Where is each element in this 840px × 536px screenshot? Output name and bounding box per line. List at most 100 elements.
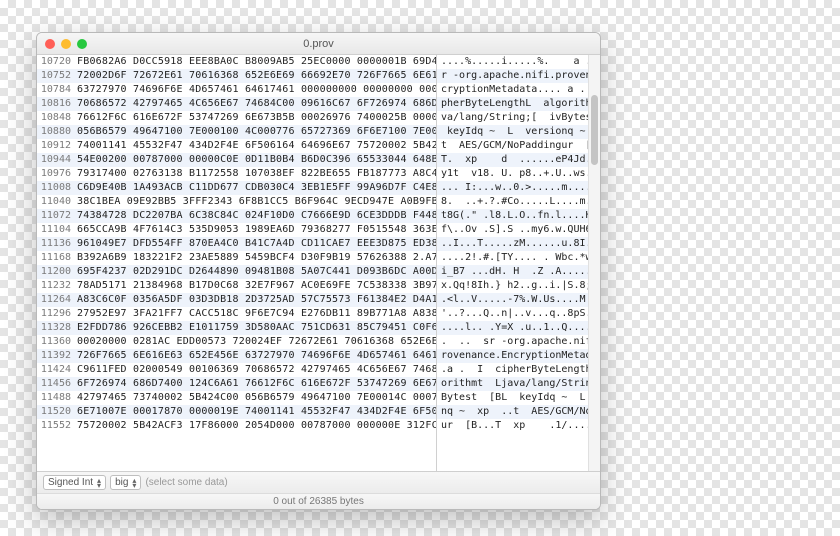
ascii-text[interactable]: r -org.apache.nifi.provenance.En	[437, 69, 600, 83]
hex-bytes[interactable]: 726F7665 6E616E63 652E456E 63727970 7469…	[77, 349, 436, 363]
hex-bytes[interactable]: 6E71007E 00017870 0000019E 74001141 4553…	[77, 405, 436, 419]
ascii-row[interactable]: y1t v18. U. p8..+.U..ws..t.n...	[437, 167, 600, 181]
ascii-text[interactable]: y1t v18. U. p8..+.U..ws..t.n...	[437, 167, 600, 181]
hex-row[interactable]: 1155275720002 5B42ACF3 17F86000 2054D000…	[37, 419, 436, 433]
ascii-text[interactable]: . .. sr -org.apache.nifi.p	[437, 335, 600, 349]
hex-row[interactable]: 1129627952E97 3FA21FF7 CACC518C 9F6E7C94…	[37, 307, 436, 321]
ascii-text[interactable]: rovenance.EncryptionMetadata....	[437, 349, 600, 363]
hex-bytes[interactable]: 75720002 5B42ACF3 17F86000 2054D000 0078…	[77, 419, 436, 433]
ascii-row[interactable]: x.Qq!8Ih.} h2..g..i.|S.8;...X...	[437, 279, 600, 293]
hex-row[interactable]: 10880056B6579 49647100 7E000100 4C000776…	[37, 125, 436, 139]
hex-bytes[interactable]: 72002D6F 72672E61 70616368 652E6E69 6669…	[77, 69, 436, 83]
hex-row[interactable]: 11392726F7665 6E616E63 652E456E 63727970…	[37, 349, 436, 363]
hex-bytes[interactable]: FB0682A6 D0CC5918 EEE8BA0C B8009AB5 25EC…	[77, 55, 436, 69]
ascii-text[interactable]: pherByteLengthL algorithmt Lja	[437, 97, 600, 111]
ascii-text[interactable]: orithmt Ljava/lang/String;[ iv	[437, 377, 600, 391]
hex-row[interactable]: 1123278AD5171 21384968 B17D0C68 32E7F967…	[37, 279, 436, 293]
endian-select[interactable]: big ▴▾	[110, 475, 141, 490]
ascii-row[interactable]: i_B7 ...dH. H .Z .A......k<...	[437, 265, 600, 279]
ascii-row[interactable]: ... I:...w..0.>.....m.....Q.Zl	[437, 181, 600, 195]
hex-bytes[interactable]: 6F726974 686D7400 124C6A61 76612F6C 616E…	[77, 377, 436, 391]
ascii-text[interactable]: ur [B...T xp .1/.......	[437, 419, 600, 433]
hex-row[interactable]: 1104038C1BEA 09E92BB5 3FFF2343 6F8B1CC5 …	[37, 195, 436, 209]
ascii-row[interactable]: t AES/GCM/NoPaddingur [B......	[437, 139, 600, 153]
ascii-text[interactable]: '..?...Q..n|..v...q..8pS.a..S.a.	[437, 307, 600, 321]
ascii-text[interactable]: va/lang/String;[ ivBytest [BL	[437, 111, 600, 125]
hex-row[interactable]: 11168B392A6B9 183221F2 23AE5889 5459BCF4…	[37, 251, 436, 265]
hex-bytes[interactable]: 74384728 DC2207BA 6C38C84C 024F10D0 C766…	[77, 209, 436, 223]
ascii-row[interactable]: ....l.. .Y=X .u..1..Q....A. .	[437, 321, 600, 335]
hex-pane[interactable]: 10720FB0682A6 D0CC5918 EEE8BA0C B8009AB5…	[37, 55, 437, 471]
ascii-row[interactable]: keyIdq ~ L versionq ~ xp w	[437, 125, 600, 139]
hex-row[interactable]: 1097679317400 02763138 B1172558 107038EF…	[37, 167, 436, 181]
ascii-text[interactable]: T. xp d ......eP4Jd..t Ke	[437, 153, 600, 167]
hex-bytes[interactable]: 79317400 02763138 B1172558 107038EF 822B…	[77, 167, 436, 181]
vertical-scrollbar[interactable]	[588, 55, 600, 471]
hex-row[interactable]: 1091274001141 45532F47 434D2F4E 6F506164…	[37, 139, 436, 153]
ascii-text[interactable]: i_B7 ...dH. H .Z .A......k<...	[437, 265, 600, 279]
hex-bytes[interactable]: 74001141 45532F47 434D2F4E 6F506164 6469…	[77, 139, 436, 153]
ascii-row[interactable]: r -org.apache.nifi.provenance.En	[437, 69, 600, 83]
hex-row[interactable]: 11136961049E7 DFD554FF 870EA4C0 B41C7A4D…	[37, 237, 436, 251]
ascii-row[interactable]: ..I...T.....zM......u.8I..r...	[437, 237, 600, 251]
scrollbar-thumb[interactable]	[591, 95, 598, 165]
hex-row[interactable]: 1094454E00200 00787000 00000C0E 0D11B0B4…	[37, 153, 436, 167]
hex-bytes[interactable]: 70686572 42797465 4C656E67 74684C00 0961…	[77, 97, 436, 111]
hex-bytes[interactable]: E2FDD786 926CEBB2 E1011759 3D580AAC 751C…	[77, 321, 436, 335]
hex-row[interactable]: 11200695F4237 02D291DC D2644890 09481B08…	[37, 265, 436, 279]
hex-bytes[interactable]: A83C6C0F 0356A5DF 03D3DB18 2D3725AD 57C7…	[77, 293, 436, 307]
hex-bytes[interactable]: 42797465 73740002 5B424C00 056B6579 4964…	[77, 391, 436, 405]
hex-bytes[interactable]: 54E00200 00787000 00000C0E 0D11B0B4 B6D0…	[77, 153, 436, 167]
ascii-text[interactable]: ....2!.#.[TY.... . Wbc.*w.s. .	[437, 251, 600, 265]
ascii-text[interactable]: .<l..V.....-7%.W.Us....M Eii....	[437, 293, 600, 307]
hex-row[interactable]: 114566F726974 686D7400 124C6A61 76612F6C…	[37, 377, 436, 391]
ascii-text[interactable]: t AES/GCM/NoPaddingur [B......	[437, 139, 600, 153]
hex-row[interactable]: 1107274384728 DC2207BA 6C38C84C 024F10D0…	[37, 209, 436, 223]
hex-row[interactable]: 1081670686572 42797465 4C656E67 74684C00…	[37, 97, 436, 111]
ascii-row[interactable]: .a . I cipherByteLengthL alg	[437, 363, 600, 377]
hex-bytes[interactable]: 00020000 0281AC EDD00573 720024EF 72672E…	[77, 335, 436, 349]
ascii-row[interactable]: ....%.....i.....%. a .. s	[437, 55, 600, 69]
ascii-pane[interactable]: ....%.....i.....%. a .. sr -org.apache.n…	[437, 55, 600, 471]
hex-row[interactable]: 11264A83C6C0F 0356A5DF 03D3DB18 2D3725AD…	[37, 293, 436, 307]
ascii-text[interactable]: Bytest [BL keyIdq ~ L versio	[437, 391, 600, 405]
hex-bytes[interactable]: 27952E97 3FA21FF7 CACC518C 9F6E7C94 E276…	[77, 307, 436, 321]
hex-bytes[interactable]: B392A6B9 183221F2 23AE5889 5459BCF4 D30F…	[77, 251, 436, 265]
ascii-text[interactable]: cryptionMetadata.... a . . I ci	[437, 83, 600, 97]
hex-row[interactable]: 11424C9611FED 02000549 00106369 70686572…	[37, 363, 436, 377]
ascii-text[interactable]: .a . I cipherByteLengthL alg	[437, 363, 600, 377]
hex-bytes[interactable]: 78AD5171 21384968 B17D0C68 32E7F967 AC0E…	[77, 279, 436, 293]
hex-row[interactable]: 11008C6D9E40B 1A493ACB C11DD677 CDB030C4…	[37, 181, 436, 195]
hex-bytes[interactable]: C9611FED 02000549 00106369 70686572 4279…	[77, 363, 436, 377]
hex-bytes[interactable]: 961049E7 DFD554FF 870EA4C0 B41C7A4D CD11…	[77, 237, 436, 251]
hex-bytes[interactable]: 38C1BEA 09E92BB5 3FFF2343 6F8B1CC5 B6F96…	[77, 195, 436, 209]
ascii-row[interactable]: ur [B...T xp .1/.......	[437, 419, 600, 433]
hex-row[interactable]: 11328E2FDD786 926CEBB2 E1011759 3D580AAC…	[37, 321, 436, 335]
ascii-row[interactable]: ....2!.#.[TY.... . Wbc.*w.s. .	[437, 251, 600, 265]
ascii-row[interactable]: 8. ..+.?.#Co.....L....m.....Q..S)	[437, 195, 600, 209]
ascii-row[interactable]: .<l..V.....-7%.W.Us....M Eii....	[437, 293, 600, 307]
ascii-text[interactable]: ... I:...w..0.>.....m.....Q.Zl	[437, 181, 600, 195]
ascii-row[interactable]: T. xp d ......eP4Jd..t Ke	[437, 153, 600, 167]
hex-row[interactable]: 1136000020000 0281AC EDD00573 720024EF 7…	[37, 335, 436, 349]
ascii-row[interactable]: cryptionMetadata.... a . . I ci	[437, 83, 600, 97]
ascii-row[interactable]: orithmt Ljava/lang/String;[ iv	[437, 377, 600, 391]
ascii-row[interactable]: rovenance.EncryptionMetadata....	[437, 349, 600, 363]
hex-row[interactable]: 1084876612F6C 616E672F 53747269 6E673B5B…	[37, 111, 436, 125]
ascii-text[interactable]: ....%.....i.....%. a .. s	[437, 55, 600, 69]
ascii-row[interactable]: pherByteLengthL algorithmt Lja	[437, 97, 600, 111]
hex-row[interactable]: 11104665CCA9B 4F7614C3 535D9053 1989EA6D…	[37, 223, 436, 237]
ascii-text[interactable]: 8. ..+.?.#Co.....L....m.....Q..S)	[437, 195, 600, 209]
hex-bytes[interactable]: 695F4237 02D291DC D2644890 09481B08 5A07…	[77, 265, 436, 279]
hex-bytes[interactable]: 665CCA9B 4F7614C3 535D9053 1989EA6D 7936…	[77, 223, 436, 237]
hex-bytes[interactable]: C6D9E40B 1A493ACB C11DD677 CDB030C4 3EB1…	[77, 181, 436, 195]
ascii-row[interactable]: . .. sr -org.apache.nifi.p	[437, 335, 600, 349]
ascii-row[interactable]: Bytest [BL keyIdq ~ L versio	[437, 391, 600, 405]
hex-row[interactable]: 1148842797465 73740002 5B424C00 056B6579…	[37, 391, 436, 405]
ascii-text[interactable]: ..I...T.....zM......u.8I..r...	[437, 237, 600, 251]
ascii-text[interactable]: ....l.. .Y=X .u..1..Q....A. .	[437, 321, 600, 335]
titlebar[interactable]: 0.prov	[37, 33, 600, 55]
hex-row[interactable]: 115206E71007E 00017870 0000019E 74001141…	[37, 405, 436, 419]
ascii-text[interactable]: nq ~ xp ..t AES/GCM/NoPadding	[437, 405, 600, 419]
ascii-text[interactable]: keyIdq ~ L versionq ~ xp w	[437, 125, 600, 139]
